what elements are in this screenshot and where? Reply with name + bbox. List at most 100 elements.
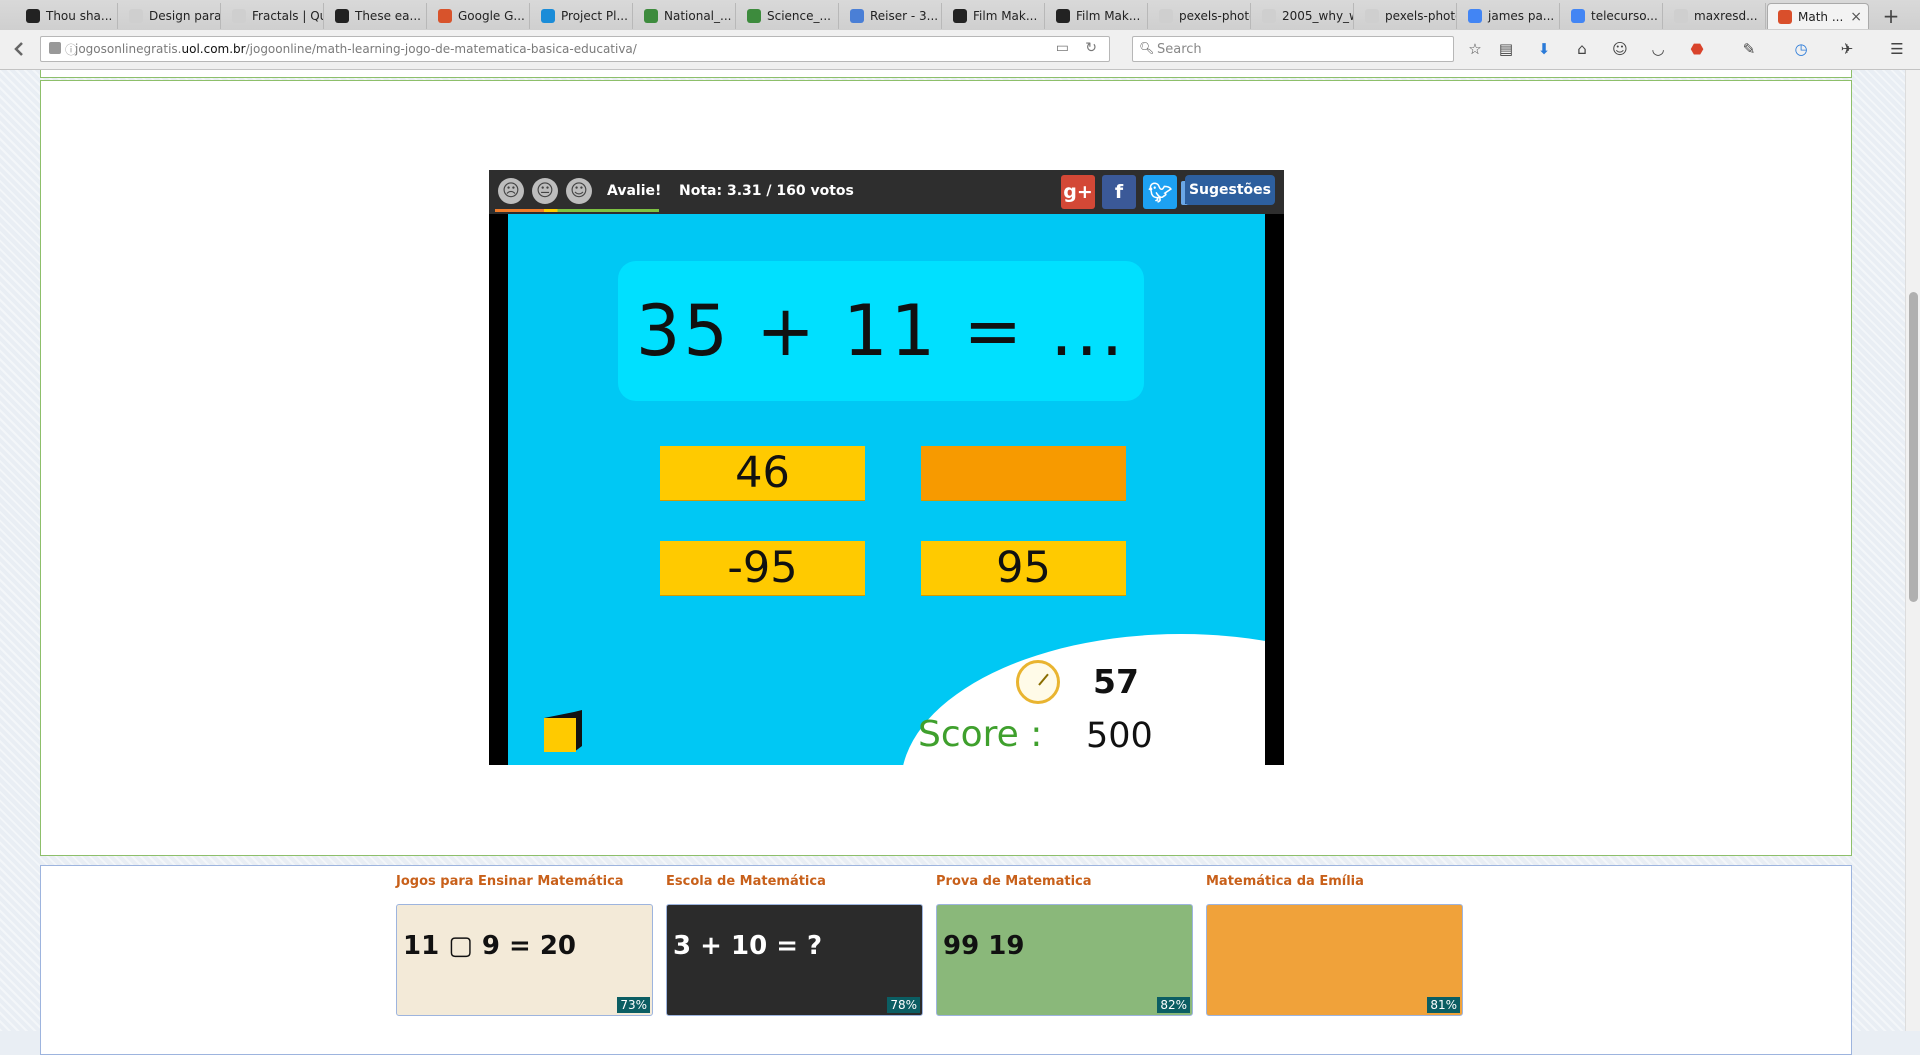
browser-tab[interactable]: telecurso... [1561, 3, 1663, 29]
tab-label: Film Mak... [1076, 9, 1141, 23]
tab-favicon-icon [1571, 9, 1585, 23]
related-game-title[interactable]: Escola de Matemática [666, 874, 826, 889]
search-placeholder: Search [1157, 41, 1202, 57]
tab-favicon-icon [850, 9, 864, 23]
browser-tab[interactable]: These ea... [325, 3, 427, 29]
tab-label: maxresd... [1694, 9, 1758, 23]
browser-tab[interactable]: pexels-photo... [1355, 3, 1457, 29]
extension-icon[interactable]: ✈ [1838, 40, 1856, 58]
pocket-icon[interactable]: ◡ [1649, 40, 1667, 58]
suggestions-button[interactable]: Sugestões [1185, 175, 1275, 205]
url-domain: uol.com.br [181, 42, 246, 56]
home-icon[interactable]: ⌂ [1573, 40, 1591, 58]
related-game-thumbnail[interactable]: 99 19 82% [936, 904, 1193, 1016]
facebook-icon[interactable]: f [1102, 175, 1136, 209]
browser-tab[interactable]: Math ... × [1767, 3, 1869, 29]
url-path: /jogoonline/math-learning-jogo-de-matema… [245, 42, 637, 56]
neutral-face-icon[interactable]: 😐︎ [532, 178, 558, 204]
reader-view-icon[interactable]: ▭ [1056, 40, 1069, 56]
back-button[interactable] [6, 36, 34, 62]
search-input[interactable]: 🔍︎ Search [1132, 36, 1454, 62]
answer-button-3[interactable]: -95 [660, 541, 865, 595]
tab-favicon-icon [1674, 9, 1688, 23]
browser-tab[interactable]: Film Mak... [1046, 3, 1148, 29]
rating-score: Nota: 3.31 / 160 votos [679, 183, 854, 199]
adblock-icon[interactable]: ⬣ [1688, 40, 1706, 58]
answer-button-2[interactable] [921, 446, 1126, 500]
related-game-title[interactable]: Prova de Matematica [936, 874, 1092, 889]
page-icon [49, 42, 61, 54]
navigation-toolbar: ⓘ jogosonlinegratis. uol.com.br/jogoonlin… [0, 30, 1920, 70]
tab-favicon-icon [1056, 9, 1070, 23]
browser-tab[interactable]: pexels-photo... [1149, 3, 1251, 29]
tab-label: Thou sha... [46, 9, 113, 23]
answer-button-4[interactable]: 95 [921, 541, 1126, 595]
game-canvas[interactable]: 35 + 11 = ... 46 -95 95 57 Score : 500 [489, 214, 1284, 765]
browser-tab[interactable]: Fractals | Qu... [222, 3, 324, 29]
downloads-icon[interactable]: ⬇ [1535, 40, 1553, 58]
browser-tab[interactable]: Reiser - 3... [840, 3, 942, 29]
previous-panel-edge [40, 70, 1852, 78]
thumbnail-text: 11 ▢ 9 = 20 [403, 931, 577, 961]
rate-label: Avalie! [607, 183, 662, 199]
tab-favicon-icon [953, 9, 967, 23]
tools-icon[interactable]: ✎ [1740, 40, 1758, 58]
tab-label: pexels-photo... [1179, 9, 1250, 23]
scrollbar[interactable] [1905, 70, 1920, 1031]
tab-favicon-icon [1365, 9, 1379, 23]
related-game-thumbnail[interactable]: 11 ▢ 9 = 20 73% [396, 904, 653, 1016]
tab-favicon-icon [541, 9, 555, 23]
question-text: 35 + 11 = ... [635, 290, 1127, 372]
browser-tab[interactable]: maxresd... [1664, 3, 1766, 29]
menu-icon[interactable]: ☰ [1888, 40, 1906, 58]
tab-label: Math ... [1798, 9, 1844, 24]
chat-icon[interactable]: ☺ [1611, 40, 1629, 58]
browser-tab[interactable]: 2005_why_w... [1252, 3, 1354, 29]
tab-label: Film Mak... [973, 9, 1038, 23]
question-box: 35 + 11 = ... [618, 261, 1144, 401]
close-tab-icon[interactable]: × [1850, 9, 1862, 25]
related-game-title[interactable]: Matemática da Emília [1206, 874, 1364, 889]
tab-favicon-icon [129, 9, 143, 23]
like-percentage: 78% [887, 997, 920, 1013]
bookmark-star-icon[interactable]: ☆ [1466, 40, 1484, 58]
tab-label: Project Pl... [561, 9, 628, 23]
history-icon[interactable]: ◷ [1792, 40, 1810, 58]
browser-tab[interactable]: Film Mak... [943, 3, 1045, 29]
browser-tab[interactable]: Thou sha... [16, 3, 118, 29]
tab-favicon-icon [747, 9, 761, 23]
related-game-thumbnail[interactable]: 3 + 10 = ? 78% [666, 904, 923, 1016]
score-label: Score : [918, 714, 1043, 755]
thumbnail-text: 99 19 [943, 931, 1025, 961]
info-icon[interactable]: ⓘ [65, 41, 77, 58]
book-icon[interactable] [542, 708, 582, 754]
google-plus-icon[interactable]: g+ [1061, 175, 1095, 209]
related-game-thumbnail[interactable]: 81% [1206, 904, 1463, 1016]
tab-label: National_... [664, 9, 732, 23]
browser-tab[interactable]: james pa... [1458, 3, 1560, 29]
bookmarks-list-icon[interactable]: ▤ [1497, 40, 1515, 58]
related-game-title[interactable]: Jogos para Ensinar Matemática [396, 874, 624, 889]
browser-tab[interactable]: Project Pl... [531, 3, 633, 29]
sad-face-icon[interactable]: ☹ [498, 178, 524, 204]
tab-favicon-icon [1262, 9, 1276, 23]
browser-tab[interactable]: Design para ... [119, 3, 221, 29]
happy-face-icon[interactable]: ☺ [566, 178, 592, 204]
clock-icon [1016, 660, 1060, 704]
rating-indicator [495, 209, 659, 212]
thumbnail-text: 3 + 10 = ? [673, 931, 823, 961]
address-bar[interactable]: ⓘ jogosonlinegratis. uol.com.br/jogoonlin… [40, 36, 1110, 62]
like-percentage: 73% [617, 997, 650, 1013]
answer-button-1[interactable]: 46 [660, 446, 865, 500]
scrollbar-thumb[interactable] [1909, 292, 1918, 602]
browser-tab[interactable]: Google G... [428, 3, 530, 29]
browser-tab[interactable]: Science_... [737, 3, 839, 29]
browser-tab[interactable]: National_... [634, 3, 736, 29]
reload-icon[interactable]: ↻ [1085, 40, 1097, 56]
url-prefix: jogosonlinegratis. [75, 42, 182, 56]
related-games: Jogos para Ensinar Matemática 11 ▢ 9 = 20… [40, 865, 1852, 1055]
tab-favicon-icon [26, 9, 40, 23]
new-tab-button[interactable]: + [1876, 3, 1906, 29]
tab-favicon-icon [1468, 9, 1482, 23]
tab-favicon-icon [335, 9, 349, 23]
